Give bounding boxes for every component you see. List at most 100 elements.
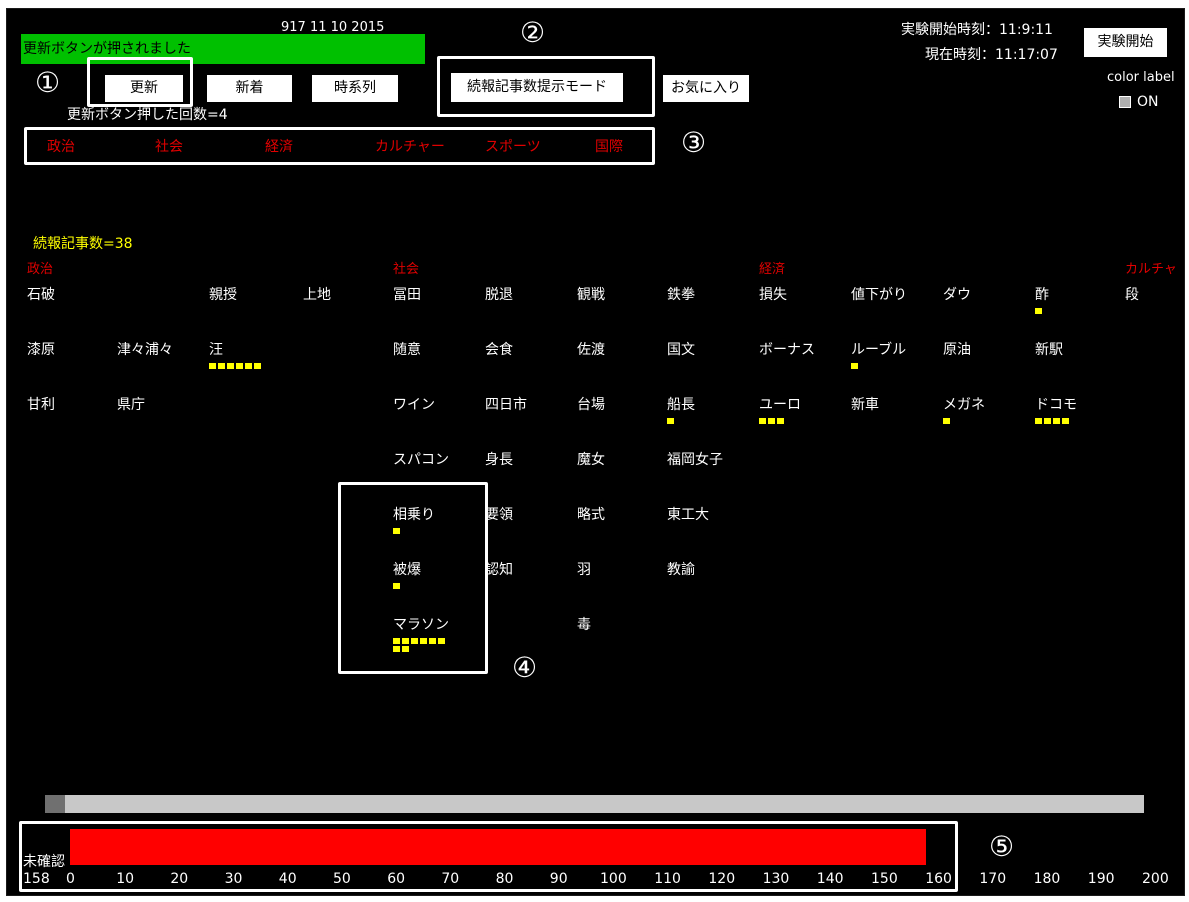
color-label-title: color label xyxy=(1107,70,1175,85)
article-dot xyxy=(1035,418,1042,424)
date-display: 917 11 10 2015 xyxy=(281,20,385,35)
marker-1: ① xyxy=(35,66,61,99)
keyword-label: 四日市 xyxy=(485,397,527,413)
mode-button[interactable]: 続報記事数提示モード xyxy=(451,73,623,102)
keyword-item[interactable]: 教諭 xyxy=(667,559,695,579)
timeline-button[interactable]: 時系列 xyxy=(312,75,398,102)
keyword-label: 県庁 xyxy=(117,397,145,413)
keyword-label: 甘利 xyxy=(27,397,55,413)
keyword-item[interactable]: 東工大 xyxy=(667,504,709,524)
keyword-label: 段 xyxy=(1125,287,1139,303)
keyword-label: 東工大 xyxy=(667,507,709,523)
column-header-culture: カルチャ xyxy=(1125,262,1177,277)
keyword-item[interactable]: 漆原 xyxy=(27,339,55,359)
keyword-item[interactable]: 国文 xyxy=(667,339,695,359)
scroll-thumb[interactable] xyxy=(45,795,65,813)
start-experiment-button[interactable]: 実験開始 xyxy=(1084,28,1167,57)
keyword-item[interactable]: 認知 xyxy=(485,559,513,579)
keyword-item[interactable]: ユーロ xyxy=(759,394,813,426)
keyword-label: ダウ xyxy=(943,287,971,303)
tab-economy[interactable]: 経済 xyxy=(265,136,293,156)
keyword-item[interactable]: ダウ xyxy=(943,284,971,304)
keyword-item[interactable]: 原油 xyxy=(943,339,971,359)
keyword-item[interactable]: ワイン xyxy=(393,394,435,414)
new-button[interactable]: 新着 xyxy=(207,75,292,102)
keyword-item[interactable]: 損失 xyxy=(759,284,787,304)
keyword-item[interactable]: 福岡女子 xyxy=(667,449,723,469)
keyword-item[interactable]: 冨田 xyxy=(393,284,421,304)
update-count-label: 更新ボタン押した回数=4 xyxy=(67,107,228,123)
start-time: 実験開始時刻：11:9:11 xyxy=(901,22,1053,38)
tab-culture[interactable]: カルチャー xyxy=(375,136,445,156)
keyword-item[interactable]: 値下がり xyxy=(851,284,907,304)
keyword-item[interactable]: 要領 xyxy=(485,504,513,524)
article-count-dots xyxy=(209,363,263,371)
keyword-label: 上地 xyxy=(303,287,331,303)
keyword-item[interactable]: ボーナス xyxy=(759,339,815,359)
keyword-item[interactable]: 甘利 xyxy=(27,394,55,414)
keyword-item[interactable]: 略式 xyxy=(577,504,605,524)
keyword-item[interactable]: スパコン xyxy=(393,449,449,469)
keyword-item[interactable]: ルーブル xyxy=(851,339,906,371)
keyword-label: 身長 xyxy=(485,452,513,468)
axis-tick-label: 190 xyxy=(1087,871,1115,887)
keyword-item[interactable]: 観戦 xyxy=(577,284,605,304)
keyword-item[interactable]: 会食 xyxy=(485,339,513,359)
highlight-frame-3 xyxy=(24,127,655,165)
article-dot xyxy=(851,363,858,369)
keyword-label: メガネ xyxy=(943,397,985,413)
keyword-item[interactable]: 県庁 xyxy=(117,394,145,414)
keyword-item[interactable]: 羽 xyxy=(577,559,591,579)
keyword-item[interactable]: 汪 xyxy=(209,339,263,371)
tab-international[interactable]: 国際 xyxy=(595,136,623,156)
keyword-item[interactable]: 鉄拳 xyxy=(667,284,695,304)
keyword-label: 略式 xyxy=(577,507,605,523)
keyword-item[interactable]: 脱退 xyxy=(485,284,513,304)
favorites-button[interactable]: お気に入り xyxy=(663,75,749,102)
keyword-label: ルーブル xyxy=(851,342,907,358)
keyword-item[interactable]: 佐渡 xyxy=(577,339,605,359)
article-dot xyxy=(667,418,674,424)
keyword-label: 教諭 xyxy=(667,562,695,578)
status-message: 更新ボタンが押されました xyxy=(21,34,425,64)
keyword-label: 原油 xyxy=(943,342,971,358)
keyword-item[interactable]: 親授 xyxy=(209,284,237,304)
column-header-economy: 経済 xyxy=(759,262,786,277)
keyword-label: 新駅 xyxy=(1035,342,1063,358)
keyword-label: 随意 xyxy=(393,342,421,358)
update-button[interactable]: 更新 xyxy=(105,75,183,102)
keyword-label: 国文 xyxy=(667,342,695,358)
keyword-label: 損失 xyxy=(759,287,787,303)
keyword-item[interactable]: 新駅 xyxy=(1035,339,1063,359)
keyword-item[interactable]: 台場 xyxy=(577,394,605,414)
keyword-item[interactable]: 津々浦々 xyxy=(117,339,173,359)
tab-politics[interactable]: 政治 xyxy=(47,136,75,156)
tab-society[interactable]: 社会 xyxy=(155,136,183,156)
tab-sports[interactable]: スポーツ xyxy=(485,136,541,156)
keyword-label: 魔女 xyxy=(577,452,605,468)
keyword-label: 佐渡 xyxy=(577,342,605,358)
keyword-item[interactable]: 船長 xyxy=(667,394,721,426)
article-dot xyxy=(943,418,950,424)
article-dot xyxy=(236,363,243,369)
keyword-item[interactable]: 段 xyxy=(1125,284,1139,304)
color-toggle-text: ON xyxy=(1137,94,1159,110)
keyword-label: 鉄拳 xyxy=(667,287,695,303)
article-dot xyxy=(759,418,766,424)
keyword-item[interactable]: 身長 xyxy=(485,449,513,469)
article-dot xyxy=(777,418,784,424)
keyword-item[interactable]: 石破 xyxy=(27,284,55,304)
keyword-item[interactable]: 毒 xyxy=(577,614,591,634)
keyword-item[interactable]: メガネ xyxy=(943,394,997,426)
keyword-item[interactable]: 上地 xyxy=(303,284,331,304)
marker-2: ② xyxy=(520,16,546,49)
horizontal-scrollbar[interactable] xyxy=(45,795,1144,813)
keyword-item[interactable]: 随意 xyxy=(393,339,421,359)
color-label-toggle[interactable]: ON xyxy=(1119,94,1159,110)
keyword-item[interactable]: ドコモ xyxy=(1035,394,1089,426)
keyword-item[interactable]: 魔女 xyxy=(577,449,605,469)
article-dot xyxy=(1035,308,1042,314)
keyword-item[interactable]: 新車 xyxy=(851,394,879,414)
keyword-item[interactable]: 四日市 xyxy=(485,394,527,414)
keyword-item[interactable]: 酢 xyxy=(1035,284,1089,316)
